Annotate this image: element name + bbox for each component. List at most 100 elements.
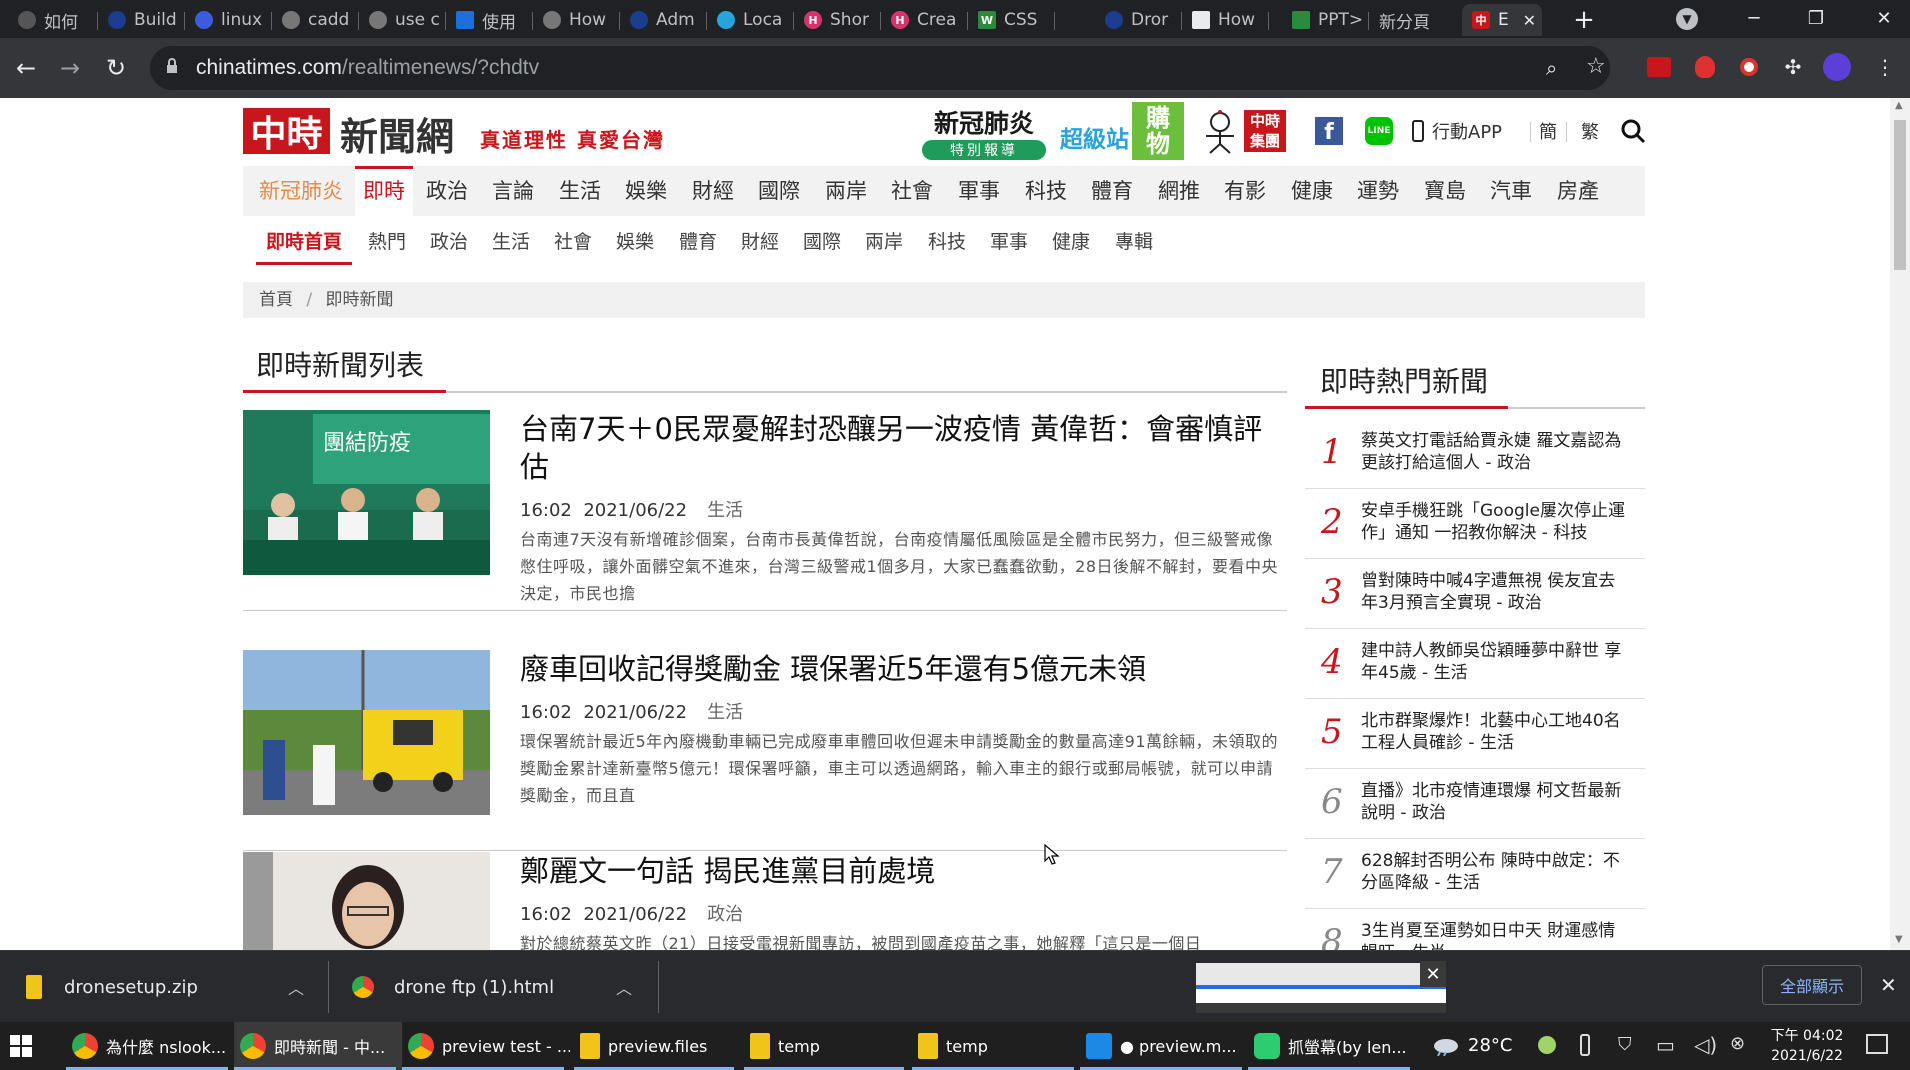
nav-item[interactable]: 國際 bbox=[753, 166, 805, 216]
subnav-item[interactable]: 熱門 bbox=[366, 222, 408, 262]
forward-icon[interactable]: → bbox=[52, 50, 88, 86]
taskbar-app[interactable]: temp bbox=[912, 1022, 1080, 1070]
profile-avatar[interactable] bbox=[1823, 53, 1851, 81]
temperature[interactable]: 28°C bbox=[1468, 1035, 1512, 1056]
nav-item[interactable]: 網推 bbox=[1153, 166, 1205, 216]
weather-cloud-icon[interactable] bbox=[1432, 1034, 1460, 1057]
show-all-downloads-button[interactable]: 全部顯示 bbox=[1762, 965, 1862, 1005]
browser-tab[interactable]: linux bbox=[185, 4, 272, 36]
subnav-item[interactable]: 體育 bbox=[677, 222, 719, 262]
chevron-up-icon[interactable]: ︿ bbox=[288, 975, 304, 999]
hot-news-item[interactable]: 8 3生肖夏至運勢如日中天 財運感情暢旺 - 生肖 bbox=[1305, 910, 1645, 950]
taskbar-app[interactable]: preview test - ... bbox=[402, 1022, 570, 1070]
hot-news-item[interactable]: 3 曾對陳時中喊4字遭無視 侯友宜去年3月預言全實現 - 政治 bbox=[1305, 560, 1645, 629]
browser-tab[interactable]: PPT> bbox=[1282, 4, 1369, 36]
hot-news-link[interactable]: 628解封否明公布 陳時中啟定：不分區降級 - 生活 bbox=[1361, 850, 1631, 894]
nav-item[interactable]: 生活 bbox=[554, 166, 606, 216]
hot-news-item[interactable]: 5 北市群聚爆炸！北藝中心工地40名工程人員確診 - 生活 bbox=[1305, 700, 1645, 769]
browser-tab[interactable]: Loca bbox=[707, 4, 794, 36]
browser-tab[interactable]: use c bbox=[359, 4, 446, 36]
news-item[interactable]: 團結防疫 台南7天＋0民眾憂解封恐釀另一波疫情 黃偉哲：會審慎評估 16:02 … bbox=[243, 410, 1287, 611]
news-category[interactable]: 生活 bbox=[707, 500, 743, 521]
minimize-icon[interactable]: ─ bbox=[1728, 0, 1780, 36]
taskbar-app[interactable]: 為什麼 nslook... bbox=[66, 1022, 234, 1070]
nav-item[interactable]: 社會 bbox=[886, 166, 938, 216]
back-icon[interactable]: ← bbox=[8, 50, 44, 86]
nav-item[interactable]: 有影 bbox=[1219, 166, 1271, 216]
tray-green-icon[interactable] bbox=[1538, 1036, 1556, 1054]
hot-news-link[interactable]: 曾對陳時中喊4字遭無視 侯友宜去年3月預言全實現 - 政治 bbox=[1361, 570, 1631, 614]
hot-news-item[interactable]: 1 蔡英文打電話給賈永婕 羅文嘉認為更該打給這個人 - 政治 bbox=[1305, 420, 1645, 489]
taskbar-app[interactable]: preview.files bbox=[574, 1022, 740, 1070]
subnav-item[interactable]: 科技 bbox=[926, 222, 968, 262]
scroll-down-icon[interactable]: ▼ bbox=[1895, 934, 1903, 945]
subnav-item[interactable]: 政治 bbox=[428, 222, 470, 262]
subnav-item[interactable]: 專輯 bbox=[1113, 222, 1155, 262]
close-window-icon[interactable]: ✕ bbox=[1858, 0, 1910, 36]
nav-item[interactable]: 運勢 bbox=[1352, 166, 1404, 216]
download-item[interactable]: drone ftp (1).html ︿ bbox=[352, 951, 642, 1023]
extension-record-icon[interactable] bbox=[1740, 58, 1758, 76]
news-headline[interactable]: 廢車回收記得獎勵金 環保署近5年還有5億元未領 bbox=[520, 650, 1280, 688]
extension-red-icon[interactable] bbox=[1647, 57, 1671, 77]
browser-tab-active[interactable]: 中 E ✕ bbox=[1462, 4, 1542, 36]
address-bar[interactable]: chinatimes.com/realtimenews/?chdtv ⌕ ☆ bbox=[150, 46, 1610, 90]
taskbar-app-active[interactable]: 即時新聞 - 中... bbox=[234, 1022, 402, 1070]
hot-news-item[interactable]: 7 628解封否明公布 陳時中啟定：不分區降級 - 生活 bbox=[1305, 840, 1645, 909]
tray-usb-icon[interactable] bbox=[1580, 1034, 1590, 1056]
news-thumbnail[interactable] bbox=[243, 852, 490, 950]
site-logo[interactable]: 中時 bbox=[243, 108, 330, 155]
facebook-icon[interactable]: f bbox=[1314, 116, 1344, 146]
subnav-item[interactable]: 軍事 bbox=[988, 222, 1030, 262]
hot-news-item[interactable]: 4 建中詩人教師吳岱穎睡夢中辭世 享年45歲 - 生活 bbox=[1305, 630, 1645, 699]
tray-volume-icon[interactable]: ◁) bbox=[1694, 1033, 1717, 1057]
nav-item[interactable]: 科技 bbox=[1020, 166, 1072, 216]
news-category[interactable]: 生活 bbox=[707, 702, 743, 723]
close-tab-icon[interactable]: ✕ bbox=[1523, 11, 1536, 30]
taskbar-clock[interactable]: 下午 04:02 2021/6/22 bbox=[1764, 1026, 1850, 1066]
scroll-up-icon[interactable]: ▲ bbox=[1895, 100, 1903, 111]
nav-item[interactable]: 兩岸 bbox=[820, 166, 872, 216]
download-item[interactable]: dronesetup.zip ︿ bbox=[26, 951, 306, 1023]
subnav-item[interactable]: 生活 bbox=[490, 222, 532, 262]
subnav-item[interactable]: 兩岸 bbox=[863, 222, 905, 262]
subnav-item[interactable]: 財經 bbox=[739, 222, 781, 262]
close-preview-icon[interactable]: ✕ bbox=[1420, 961, 1446, 987]
menu-kebab-icon[interactable]: ⋮ bbox=[1870, 52, 1900, 82]
subnav-item[interactable]: 健康 bbox=[1050, 222, 1092, 262]
simplified-chinese-toggle[interactable]: 簡 bbox=[1538, 116, 1558, 146]
browser-tab[interactable]: cadd bbox=[272, 4, 359, 36]
close-download-bar-icon[interactable]: ✕ bbox=[1880, 973, 1897, 997]
browser-tab[interactable]: Adm bbox=[620, 4, 707, 36]
nav-item-covid[interactable]: 新冠肺炎 bbox=[257, 166, 345, 216]
hot-news-item[interactable]: 2 安卓手機狂跳「Google屢次停止運作」通知 一招教你解決 - 科技 bbox=[1305, 490, 1645, 559]
news-thumbnail[interactable]: 團結防疫 bbox=[243, 410, 490, 575]
news-category[interactable]: 政治 bbox=[707, 904, 743, 925]
nav-item[interactable]: 體育 bbox=[1086, 166, 1138, 216]
nav-item-realtime[interactable]: 即時 bbox=[355, 166, 413, 216]
shop-link[interactable]: 超級站 bbox=[1060, 120, 1129, 154]
bookmark-star-icon[interactable]: ☆ bbox=[1586, 54, 1606, 79]
browser-tab[interactable]: W CSS bbox=[968, 4, 1055, 36]
nav-item[interactable]: 汽車 bbox=[1485, 166, 1537, 216]
hot-news-link[interactable]: 蔡英文打電話給賈永婕 羅文嘉認為更該打給這個人 - 政治 bbox=[1361, 430, 1631, 474]
news-thumbnail[interactable] bbox=[243, 650, 490, 815]
subnav-item[interactable]: 國際 bbox=[801, 222, 843, 262]
site-logo-text[interactable]: 新聞網 bbox=[340, 106, 454, 161]
restore-icon[interactable]: ❐ bbox=[1790, 0, 1842, 36]
window-preview-thumbnail[interactable]: ✕ bbox=[1196, 961, 1446, 1013]
browser-tab[interactable]: Build bbox=[98, 4, 185, 36]
traditional-chinese-toggle[interactable]: 繁 bbox=[1580, 116, 1600, 146]
extensions-puzzle-icon[interactable]: ✣ bbox=[1778, 52, 1808, 82]
nav-item[interactable]: 言論 bbox=[487, 166, 539, 216]
news-headline[interactable]: 台南7天＋0民眾憂解封恐釀另一波疫情 黃偉哲：會審慎評估 bbox=[520, 410, 1280, 486]
nav-item[interactable]: 健康 bbox=[1286, 166, 1338, 216]
windows-start-icon[interactable] bbox=[10, 1035, 32, 1057]
shop-box[interactable]: 購物 bbox=[1132, 102, 1184, 160]
browser-tab[interactable]: 使用 bbox=[446, 4, 533, 36]
taskbar-app[interactable]: 抓螢幕(by len... bbox=[1248, 1022, 1416, 1070]
news-item[interactable]: 廢車回收記得獎勵金 環保署近5年還有5億元未領 16:02 2021/06/22… bbox=[243, 650, 1287, 851]
subnav-item[interactable]: 社會 bbox=[552, 222, 594, 262]
zoom-icon[interactable]: ⌕ bbox=[1546, 56, 1557, 80]
nav-item[interactable]: 寶島 bbox=[1419, 166, 1471, 216]
